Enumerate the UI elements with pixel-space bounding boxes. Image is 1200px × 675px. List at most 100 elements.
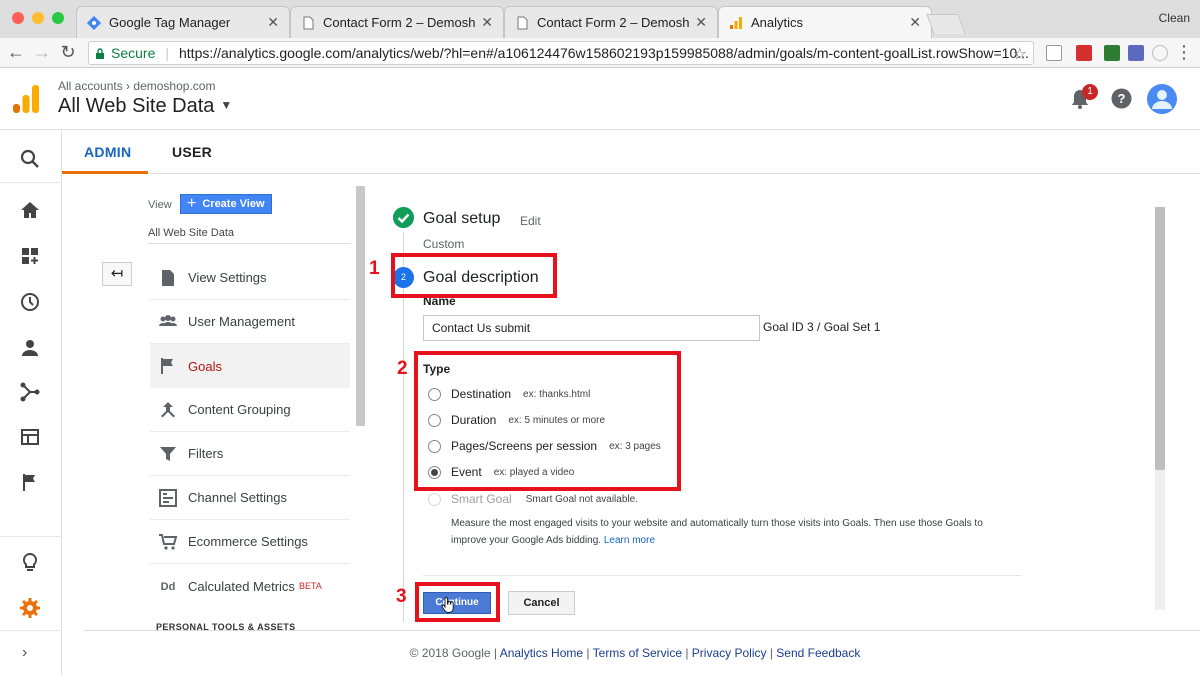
- page-scrollbar-thumb[interactable]: [1155, 207, 1165, 470]
- search-icon[interactable]: [19, 148, 41, 170]
- view-column-scrollbar[interactable]: [356, 186, 365, 426]
- avatar-icon[interactable]: [1147, 84, 1177, 114]
- breadcrumb-account[interactable]: demoshop.com: [133, 79, 215, 93]
- extension-on-icon[interactable]: [1104, 45, 1120, 61]
- menu-item-user-management[interactable]: User Management: [150, 300, 350, 344]
- copyright-text: © 2018 Google: [409, 646, 491, 660]
- check-circle-icon: [393, 207, 414, 228]
- flag-icon: [161, 358, 173, 374]
- flag-icon[interactable]: [19, 471, 41, 493]
- forward-arrow-icon[interactable]: →: [32, 42, 52, 63]
- plus-icon: +: [187, 195, 197, 212]
- reload-icon[interactable]: ↻: [58, 42, 78, 63]
- rail-divider: [0, 630, 62, 631]
- tab-user[interactable]: USER: [172, 144, 212, 160]
- google-analytics-logo: [13, 85, 39, 113]
- tab-title: Analytics: [751, 15, 804, 30]
- cancel-button[interactable]: Cancel: [508, 591, 575, 615]
- browser-tab-analytics[interactable]: Analytics ✕: [718, 6, 932, 38]
- menu-item-calculated-metrics[interactable]: Dd Calculated Metrics BETA: [150, 564, 350, 608]
- tab-title: Contact Form 2 – Demoshop: [537, 15, 690, 30]
- browser-toolbar: ← → ↻ Secure | https://analytics.google.…: [0, 38, 1200, 68]
- property-selector[interactable]: All Web Site Data ▼: [58, 95, 232, 118]
- new-tab-button[interactable]: [926, 14, 966, 34]
- grouping-icon: [161, 401, 175, 417]
- menu-item-content-grouping[interactable]: Content Grouping: [150, 388, 350, 432]
- close-tab-icon[interactable]: ✕: [909, 14, 921, 31]
- close-tab-icon[interactable]: ✕: [267, 14, 279, 31]
- url-text[interactable]: https://analytics.google.com/analytics/w…: [179, 45, 1029, 61]
- view-label: View: [148, 199, 172, 211]
- behavior-icon[interactable]: [19, 426, 41, 448]
- address-bar[interactable]: Secure | https://analytics.google.com/an…: [88, 41, 1034, 65]
- document-icon: [162, 269, 174, 286]
- svg-text:?: ?: [1118, 91, 1126, 106]
- bookmark-star-icon[interactable]: ☆: [1013, 44, 1027, 64]
- browser-tab-contact-form-2[interactable]: Contact Form 2 – Demoshop ✕: [504, 6, 718, 38]
- footer-link-analytics-home[interactable]: Analytics Home: [500, 646, 583, 660]
- people-icon: [159, 314, 177, 326]
- menu-item-goals[interactable]: Goals: [150, 344, 350, 388]
- learn-more-link[interactable]: Learn more: [604, 535, 655, 546]
- menu-item-channel-settings[interactable]: Channel Settings: [150, 476, 350, 520]
- close-window-button[interactable]: [12, 12, 24, 24]
- smart-goal-label: Smart Goal: [451, 492, 512, 506]
- channel-icon: [159, 488, 177, 507]
- section-divider: [423, 575, 1021, 576]
- menu-item-ecommerce-settings[interactable]: Ecommerce Settings: [150, 520, 350, 564]
- left-nav-rail: [0, 130, 62, 675]
- step1-title: Goal setup: [423, 210, 501, 227]
- footer-link-privacy[interactable]: Privacy Policy: [692, 646, 767, 660]
- back-arrow-icon[interactable]: ←: [6, 42, 26, 63]
- maximize-window-button[interactable]: [52, 12, 64, 24]
- edit-goal-setup-link[interactable]: Edit: [520, 214, 541, 228]
- create-view-button[interactable]: + Create View: [180, 194, 272, 214]
- browser-tab-tag-manager[interactable]: Google Tag Manager ✕: [76, 6, 290, 38]
- profile-label[interactable]: Clean: [1159, 11, 1190, 25]
- back-arrow-button[interactable]: ↤: [102, 262, 132, 286]
- customization-icon[interactable]: [19, 245, 41, 267]
- browser-tab-contact-form-1[interactable]: Contact Form 2 – Demoshop ✕: [290, 6, 504, 38]
- menu-item-label: Filters: [188, 446, 224, 461]
- menu-item-view-settings[interactable]: View Settings: [150, 256, 350, 300]
- footer-link-terms[interactable]: Terms of Service: [593, 646, 682, 660]
- annotation-number-2: 2: [397, 358, 408, 379]
- annotation-number-1: 1: [369, 258, 380, 279]
- smart-goal-status: Smart Goal not available.: [525, 493, 638, 505]
- svg-text:Dd: Dd: [161, 581, 176, 593]
- close-tab-icon[interactable]: ✕: [481, 14, 493, 31]
- beta-badge: BETA: [298, 581, 322, 591]
- menu-item-filters[interactable]: Filters: [150, 432, 350, 476]
- breadcrumb-all-accounts[interactable]: All accounts: [58, 79, 123, 93]
- goal-setup-value: Custom: [423, 237, 465, 251]
- lightbulb-icon[interactable]: [19, 552, 41, 574]
- radio-button-disabled: [428, 492, 441, 506]
- tab-admin[interactable]: ADMIN: [84, 144, 131, 160]
- person-icon[interactable]: [19, 337, 41, 359]
- extension-shield-icon[interactable]: [1152, 45, 1168, 61]
- extension-tag-icon[interactable]: [1076, 45, 1092, 61]
- view-selector[interactable]: All Web Site Data: [148, 227, 234, 239]
- ga-header: All accounts › demoshop.com All Web Site…: [0, 68, 1200, 130]
- footer-link-feedback[interactable]: Send Feedback: [776, 646, 860, 660]
- browser-menu-icon[interactable]: ⋮: [1174, 42, 1194, 63]
- admin-tab-bar: ADMIN USER: [62, 130, 1200, 174]
- view-divider: [148, 243, 351, 244]
- close-tab-icon[interactable]: ✕: [695, 14, 707, 31]
- gear-icon[interactable]: [19, 597, 41, 619]
- acquisition-icon[interactable]: [19, 381, 41, 403]
- extension-code-icon[interactable]: [1046, 45, 1062, 61]
- clock-icon[interactable]: [19, 291, 41, 313]
- tag-manager-icon: [87, 15, 101, 30]
- extension-flag-icon[interactable]: [1128, 45, 1144, 61]
- tab-title: Google Tag Manager: [109, 15, 231, 30]
- annotation-box-3: [415, 582, 500, 622]
- breadcrumb[interactable]: All accounts › demoshop.com: [58, 79, 215, 93]
- help-icon[interactable]: ?: [1111, 88, 1132, 109]
- page-scrollbar-track[interactable]: [1155, 470, 1165, 610]
- goal-name-input[interactable]: Contact Us submit: [423, 315, 760, 341]
- address-separator: |: [165, 45, 169, 61]
- secure-label: Secure: [111, 45, 156, 61]
- home-icon[interactable]: [19, 199, 41, 221]
- minimize-window-button[interactable]: [32, 12, 44, 24]
